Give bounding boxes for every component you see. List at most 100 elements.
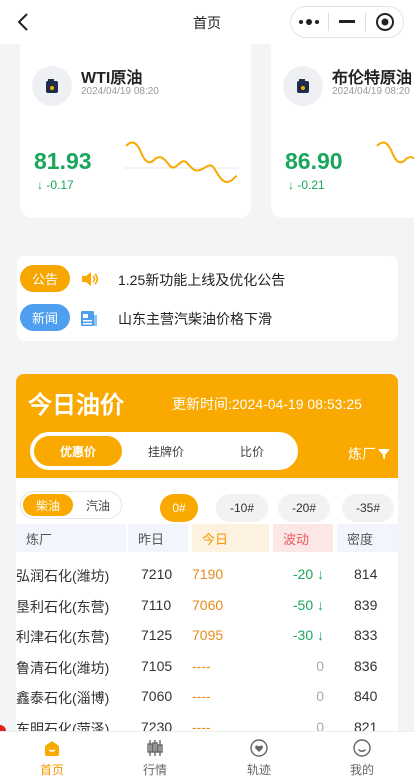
grade-minus-20[interactable]: -20# bbox=[278, 494, 330, 522]
card-price: 81.93 bbox=[34, 148, 92, 174]
card-timestamp: 2024/04/19 08:20 bbox=[332, 86, 410, 97]
price-change: 0 bbox=[284, 658, 324, 674]
announcement-tag: 公告 bbox=[20, 265, 70, 292]
oil-barrel-icon bbox=[32, 66, 72, 106]
news-row[interactable]: 新闻 山东主营汽柴油价格下滑 bbox=[17, 302, 398, 332]
card-timestamp: 2024/04/19 08:20 bbox=[81, 86, 159, 97]
price-table-row[interactable]: 垦利石化(东营) 7110 7060 -50 ↓ 839 bbox=[16, 591, 398, 621]
card-change: ↓ -0.21 bbox=[288, 178, 325, 192]
refinery-filter-label: 炼厂 bbox=[348, 446, 376, 462]
brent-price-card[interactable]: 布伦特原油 2024/04/19 08:20 86.90 ↓ -0.21 bbox=[271, 44, 414, 218]
panel-header: 今日油价 更新时间:2024-04-19 08:53:25 优惠价 挂牌价 比价… bbox=[16, 374, 398, 478]
column-header-yesterday[interactable]: 昨日 bbox=[128, 524, 188, 552]
card-oil-name: 布伦特原油 bbox=[332, 70, 413, 87]
profile-icon bbox=[353, 739, 371, 757]
yesterday-price-text: 7060 bbox=[141, 688, 173, 704]
card-change-value: -0.17 bbox=[46, 178, 74, 192]
fuel-type-gasoline[interactable]: 汽油 bbox=[73, 494, 123, 516]
filter-funnel-icon bbox=[378, 449, 390, 459]
oil-barrel-icon bbox=[283, 66, 323, 106]
card-price: 86.90 bbox=[285, 148, 343, 174]
today-price: 7190 bbox=[192, 566, 223, 582]
minimize-button[interactable] bbox=[329, 7, 366, 37]
price-table-row[interactable]: 鲁清石化(潍坊) 7105 ---- 0 836 bbox=[16, 652, 398, 682]
price-change: -50 ↓ bbox=[284, 597, 324, 613]
price-table-row[interactable]: 鑫泰石化(淄博) 7060 ---- 0 840 bbox=[16, 682, 398, 712]
fuel-type-diesel[interactable]: 柴油 bbox=[23, 494, 73, 516]
price-change: 0 bbox=[284, 688, 324, 704]
fuel-type-toggle: 柴油 汽油 bbox=[20, 491, 122, 519]
track-icon bbox=[250, 739, 268, 757]
card-change-value: -0.21 bbox=[297, 178, 325, 192]
tab-discount-price[interactable]: 优惠价 bbox=[34, 436, 122, 466]
today-price-text: ---- bbox=[192, 657, 211, 674]
home-icon bbox=[45, 741, 59, 756]
tab-track-label: 轨迹 bbox=[246, 763, 271, 777]
density-value-text: 836 bbox=[354, 657, 378, 674]
tab-track[interactable]: 轨迹 bbox=[229, 738, 289, 778]
crude-oil-carousel[interactable]: WTI原油 2024/04/19 08:20 81.93 ↓ -0.17 布伦特… bbox=[0, 44, 414, 218]
yesterday-price: 7060 bbox=[141, 688, 172, 704]
grade-minus-35[interactable]: -35# bbox=[342, 494, 394, 522]
down-arrow-icon: ↓ bbox=[313, 596, 324, 613]
top-navigation-bar: 首页 bbox=[0, 0, 414, 44]
speaker-icon bbox=[82, 272, 99, 286]
refinery-name: 垦利石化(东营) bbox=[16, 597, 109, 617]
today-price-text: ---- bbox=[192, 688, 211, 704]
refinery-name: 弘润石化(潍坊) bbox=[16, 566, 109, 586]
column-header-density[interactable]: 密度 bbox=[337, 524, 398, 552]
density-value-text: 833 bbox=[354, 627, 378, 643]
down-arrow-icon: ↓ bbox=[313, 566, 324, 582]
price-change-text: -20 bbox=[292, 566, 314, 582]
announcement-text: 1.25新功能上线及优化公告 bbox=[118, 272, 286, 288]
more-menu-button[interactable] bbox=[291, 7, 328, 37]
price-change-text: -50 bbox=[292, 596, 314, 613]
tab-compare-price[interactable]: 比价 bbox=[208, 436, 296, 466]
price-table-row[interactable]: 利津石化(东营) 7125 7095 -30 ↓ 833 bbox=[16, 621, 398, 651]
tab-listed-price[interactable]: 挂牌价 bbox=[122, 436, 210, 466]
today-price-text: 7190 bbox=[192, 566, 224, 582]
today-price: ---- bbox=[192, 658, 211, 674]
news-icon bbox=[81, 311, 97, 326]
price-trend-sparkline bbox=[376, 141, 414, 164]
refinery-name-text: 利津石化(东营) bbox=[16, 629, 110, 645]
wti-price-card[interactable]: WTI原油 2024/04/19 08:20 81.93 ↓ -0.17 bbox=[20, 44, 251, 218]
yesterday-price: 7105 bbox=[141, 658, 172, 674]
yesterday-price-text: 7110 bbox=[141, 596, 172, 613]
tab-market[interactable]: 行情 bbox=[125, 738, 185, 778]
grade-minus-10[interactable]: -10# bbox=[216, 494, 268, 522]
today-price: 7095 bbox=[192, 627, 223, 643]
yesterday-price: 7210 bbox=[141, 566, 172, 582]
refinery-name: 鲁清石化(潍坊) bbox=[16, 658, 109, 678]
tab-home[interactable]: 首页 bbox=[22, 738, 82, 778]
target-circle-icon bbox=[375, 13, 394, 31]
minus-icon bbox=[339, 20, 355, 23]
announcement-row[interactable]: 公告 1.25新功能上线及优化公告 bbox=[17, 263, 398, 293]
today-price: 7060 bbox=[192, 597, 223, 613]
density-value: 840 bbox=[354, 688, 377, 704]
price-change: -20 ↓ bbox=[284, 566, 324, 582]
price-type-segmented-control: 优惠价 挂牌价 比价 bbox=[30, 432, 298, 470]
mini-program-capsule bbox=[290, 6, 404, 38]
density-value: 836 bbox=[354, 658, 377, 674]
close-mini-program-button[interactable] bbox=[366, 7, 403, 37]
density-value: 814 bbox=[354, 566, 377, 582]
refinery-name-text: 垦利石化(东营) bbox=[16, 598, 110, 615]
tab-profile[interactable]: 我的 bbox=[332, 738, 392, 778]
refinery-name-text: 鲁清石化(潍坊) bbox=[16, 659, 110, 676]
yesterday-price-text: 7125 bbox=[141, 627, 173, 643]
grade-0[interactable]: 0# bbox=[160, 494, 198, 522]
price-change: -30 ↓ bbox=[284, 627, 324, 643]
price-table-row[interactable]: 弘润石化(潍坊) 7210 7190 -20 ↓ 814 bbox=[16, 560, 398, 590]
refinery-name-text: 鑫泰石化(淄博) bbox=[16, 690, 110, 706]
bottom-tab-bar: 首页 行情 轨迹 我的 bbox=[0, 731, 414, 780]
refinery-filter-button[interactable]: 炼厂 bbox=[348, 444, 390, 464]
yesterday-price-text: 7210 bbox=[141, 566, 173, 582]
column-header-today[interactable]: 今日 bbox=[192, 524, 269, 552]
column-header-change[interactable]: 波动 bbox=[273, 524, 333, 552]
column-header-refinery: 炼厂 bbox=[16, 524, 126, 552]
update-time: 更新时间:2024-04-19 08:53:25 bbox=[172, 396, 362, 412]
refinery-name: 鑫泰石化(淄博) bbox=[16, 688, 109, 708]
density-value: 839 bbox=[354, 597, 377, 613]
down-arrow-icon: ↓ bbox=[313, 627, 324, 643]
